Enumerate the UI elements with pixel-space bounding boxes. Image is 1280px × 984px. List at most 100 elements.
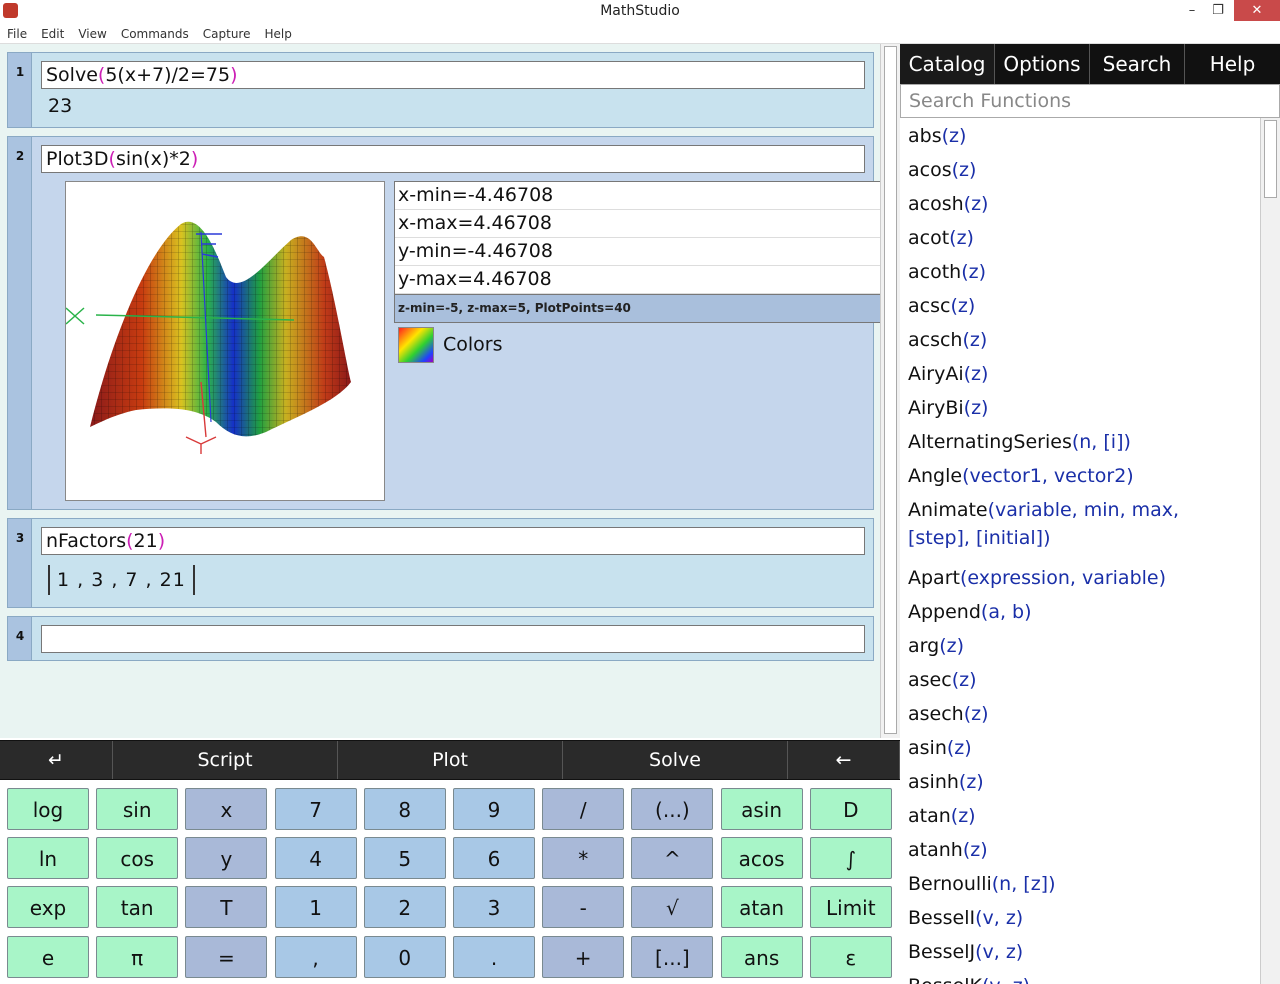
key-sqrt[interactable]: √: [631, 886, 714, 929]
colors-option[interactable]: Colors: [398, 327, 503, 363]
key-integral[interactable]: ∫: [809, 837, 892, 880]
script-button[interactable]: Script: [113, 741, 338, 779]
key-power[interactable]: ^: [631, 837, 714, 880]
catalog-item[interactable]: Bernoulli(n, [z]): [908, 870, 1056, 898]
catalog-item[interactable]: acos(z): [908, 156, 976, 184]
key-decimal[interactable]: .: [453, 935, 535, 978]
catalog-item[interactable]: abs(z): [908, 122, 966, 150]
catalog-item[interactable]: asec(z): [908, 666, 977, 694]
key-9[interactable]: 9: [453, 788, 535, 830]
key-8[interactable]: 8: [363, 788, 446, 830]
key-atan[interactable]: atan: [720, 886, 803, 929]
key-0[interactable]: 0: [363, 935, 446, 978]
key-3[interactable]: 3: [453, 886, 535, 929]
catalog-item[interactable]: acot(z): [908, 224, 974, 252]
key-comma[interactable]: ,: [274, 935, 357, 978]
maximize-button[interactable]: ❐: [1198, 0, 1238, 21]
menu-edit[interactable]: Edit: [41, 24, 64, 44]
key-log[interactable]: log: [7, 788, 89, 830]
key-exp[interactable]: exp: [7, 886, 89, 929]
x-min-field[interactable]: x-min=-4.46708: [395, 182, 880, 210]
catalog-item[interactable]: asin(z): [908, 734, 972, 762]
tab-catalog[interactable]: Catalog: [900, 44, 995, 84]
tab-help[interactable]: Help: [1185, 44, 1280, 84]
plot-button[interactable]: Plot: [338, 741, 563, 779]
cell-number: 3: [8, 519, 32, 607]
backspace-button[interactable]: ←: [788, 741, 900, 779]
catalog-item[interactable]: atan(z): [908, 802, 976, 830]
key-e[interactable]: e: [7, 935, 89, 978]
key-divide[interactable]: /: [542, 788, 625, 830]
catalog-item[interactable]: Animate(variable, min, max, [step], [init…: [908, 496, 1179, 552]
tab-options[interactable]: Options: [995, 44, 1090, 84]
key-t[interactable]: T: [185, 886, 268, 929]
scrollbar-thumb[interactable]: [1264, 120, 1277, 198]
catalog-item[interactable]: AlternatingSeries(n, [i]): [908, 428, 1131, 456]
catalog-item[interactable]: acsc(z): [908, 292, 975, 320]
key-cos[interactable]: cos: [96, 837, 179, 880]
key-epsilon[interactable]: ε: [809, 935, 892, 978]
worksheet-scrollbar[interactable]: [880, 44, 901, 738]
key-6[interactable]: 6: [453, 837, 535, 880]
y-max-field[interactable]: y-max=4.46708: [395, 266, 880, 294]
key-pi[interactable]: π: [96, 935, 179, 978]
y-min-field[interactable]: y-min=-4.46708: [395, 238, 880, 266]
catalog-item[interactable]: Apart(expression, variable): [908, 564, 1166, 592]
catalog-scrollbar[interactable]: [1260, 118, 1280, 984]
key-ln[interactable]: ln: [7, 837, 89, 880]
key-ans[interactable]: ans: [720, 935, 803, 978]
solve-button[interactable]: Solve: [563, 741, 788, 779]
catalog-item[interactable]: asech(z): [908, 700, 989, 728]
catalog-item[interactable]: arg(z): [908, 632, 964, 660]
menu-capture[interactable]: Capture: [203, 24, 251, 44]
close-button[interactable]: ✕: [1234, 0, 1280, 21]
key-5[interactable]: 5: [363, 837, 446, 880]
key-2[interactable]: 2: [363, 886, 446, 929]
key-brackets[interactable]: [...]: [631, 935, 714, 978]
cell-input-empty[interactable]: [41, 625, 865, 653]
key-minus[interactable]: -: [542, 886, 625, 929]
cell-input[interactable]: nFactors(21): [41, 527, 865, 555]
menu-help[interactable]: Help: [264, 24, 291, 44]
cell-input[interactable]: Plot3D(sin(x)*2): [41, 145, 865, 173]
key-1[interactable]: 1: [274, 886, 357, 929]
scrollbar-thumb[interactable]: [884, 46, 897, 734]
menu-view[interactable]: View: [78, 24, 106, 44]
plot-options-note[interactable]: z-min=-5, z-max=5, PlotPoints=40: [395, 294, 880, 322]
key-limit[interactable]: Limit: [809, 886, 892, 929]
catalog-item[interactable]: acoth(z): [908, 258, 986, 286]
cell-input[interactable]: Solve(5(x+7)/2=75): [41, 61, 865, 89]
catalog-item[interactable]: atanh(z): [908, 836, 988, 864]
key-x[interactable]: x: [185, 788, 268, 830]
input-args: 5(x+7)/2=75: [105, 64, 231, 86]
menu-commands[interactable]: Commands: [121, 24, 189, 44]
catalog-item[interactable]: AiryBi(z): [908, 394, 988, 422]
key-sin[interactable]: sin: [96, 788, 179, 830]
catalog-item[interactable]: asinh(z): [908, 768, 984, 796]
catalog-item[interactable]: AiryAi(z): [908, 360, 988, 388]
catalog-item[interactable]: BesselJ(v, z): [908, 938, 1023, 966]
key-parens[interactable]: (...): [631, 788, 714, 830]
key-7[interactable]: 7: [274, 788, 357, 830]
plot3d-view[interactable]: [65, 181, 385, 501]
search-functions-input[interactable]: Search Functions: [900, 84, 1280, 118]
x-max-field[interactable]: x-max=4.46708: [395, 210, 880, 238]
key-asin[interactable]: asin: [720, 788, 803, 830]
key-y[interactable]: y: [185, 837, 268, 880]
catalog-item[interactable]: Append(a, b): [908, 598, 1032, 626]
key-4[interactable]: 4: [274, 837, 357, 880]
key-equals[interactable]: =: [185, 935, 268, 978]
catalog-item[interactable]: acsch(z): [908, 326, 987, 354]
tab-search[interactable]: Search: [1090, 44, 1185, 84]
catalog-item[interactable]: BesselK(v, z): [908, 972, 1030, 984]
key-multiply[interactable]: *: [542, 837, 625, 880]
menu-file[interactable]: File: [7, 24, 27, 44]
key-plus[interactable]: +: [542, 935, 625, 978]
key-acos[interactable]: acos: [720, 837, 803, 880]
catalog-item[interactable]: Angle(vector1, vector2): [908, 462, 1134, 490]
key-tan[interactable]: tan: [96, 886, 179, 929]
catalog-item[interactable]: acosh(z): [908, 190, 988, 218]
key-derivative[interactable]: D: [809, 788, 892, 830]
catalog-item[interactable]: BesselI(v, z): [908, 904, 1023, 932]
enter-button[interactable]: ↵: [0, 741, 113, 779]
